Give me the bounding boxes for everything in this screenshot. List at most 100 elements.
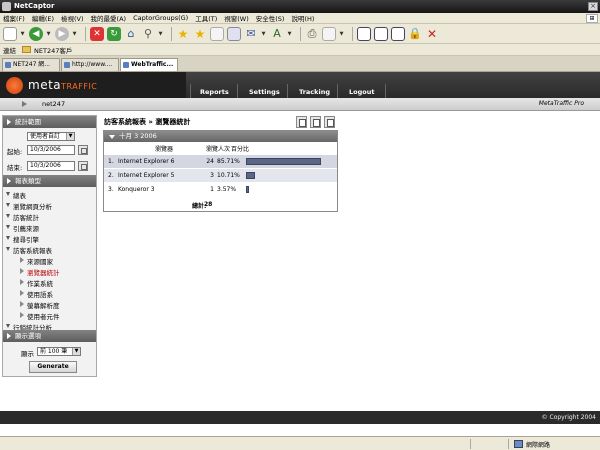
calendar-icon[interactable] [78,161,88,171]
new-page-icon[interactable] [3,26,17,41]
tree-item-search-engines[interactable]: 搜尋引擎 [6,234,39,244]
report-date-header[interactable]: 十月 3 2006 [104,131,337,142]
tree-item-summary[interactable]: 總表 [6,190,26,200]
nav-divider [385,84,386,98]
chevron-down-icon[interactable]: ▼ [158,27,163,41]
sidebar: 統計範圍 使用者自訂 ▼ 起始: 10/3/2006 結束: 10/3/2006… [2,115,97,377]
table-row: 3. Konqueror 3 1 3.57% [104,183,337,196]
page-icon [123,62,129,68]
breadcrumb: 訪客系統報表 » 瀏覽器統計 [104,118,191,126]
chevron-down-icon[interactable]: ▼ [287,27,292,41]
tree-subitem-plugins[interactable]: 使用者元件 [20,311,60,321]
logo-text: metaTRAFFIC [28,78,98,92]
total-value: 28 [204,201,213,208]
chevron-down-icon[interactable]: ▼ [46,27,51,41]
menu-edit[interactable]: 編輯(E) [32,13,54,23]
period-select[interactable]: 使用者自訂 ▼ [27,132,75,141]
tree-subitem-countries[interactable]: 來源國家 [20,256,53,266]
chevron-down-icon: ▼ [72,348,80,355]
link-net247-clients[interactable]: NET247客戶 [34,45,72,55]
nav-settings[interactable]: Settings [249,72,280,98]
page-icon [64,62,70,68]
print-icon[interactable]: ⎙ [305,27,319,41]
show-count-select[interactable]: 前 100 筆 ▼ [37,347,81,356]
nav-logout[interactable]: Logout [349,72,374,98]
menu-bar: 檔案(F) 編輯(E) 檢視(V) 我的最愛(A) CaptorGroups(G… [0,13,600,24]
export-icon[interactable] [296,116,307,128]
menu-tools[interactable]: 工具(T) [195,13,217,23]
date-range-header[interactable]: 統計範圍 [3,116,96,128]
tree-item-visitor-systems[interactable]: 訪客系統報表 [6,245,52,255]
close-icon[interactable]: × [588,2,598,11]
lock-icon[interactable]: 🔒 [408,27,422,41]
search-icon[interactable]: ⚲ [141,27,155,41]
tile-window-icon[interactable] [374,26,388,41]
calendar-icon[interactable] [78,145,88,155]
table-row: 2. Internet Explorer 5 3 10.71% [104,169,337,182]
logo-area: metaTRAFFIC [0,72,186,98]
toolbar-divider [85,26,86,41]
tab-net247[interactable]: NET247 網... [2,58,60,71]
home-icon[interactable]: ⌂ [124,27,138,41]
edit-page-icon[interactable] [322,26,336,41]
tree-subitem-resolution[interactable]: 螢幕解析度 [20,300,60,310]
menu-window[interactable]: 視窗(W) [224,13,249,23]
chevron-down-icon[interactable]: ▼ [20,27,25,41]
forward-icon[interactable]: ▶ [55,26,69,41]
menu-help[interactable]: 說明(H) [291,13,314,23]
tree-subitem-languages[interactable]: 使用語系 [20,289,53,299]
window-icon[interactable] [357,26,371,41]
tree-subitem-browsers[interactable]: 瀏覽器統計 [20,267,60,277]
tree-subitem-os[interactable]: 作業系統 [20,278,53,288]
page-bottom [0,424,600,436]
cascade-window-icon[interactable] [391,26,405,41]
email-report-icon[interactable] [324,116,335,128]
report-panel: 十月 3 2006 瀏覽器 瀏覽人次 百分比 1. Internet Explo… [103,130,338,212]
chevron-down-icon[interactable]: ▼ [261,27,266,41]
print-report-icon[interactable] [310,116,321,128]
zone-label: 網際網路 [526,442,551,449]
app-icon [2,2,11,11]
nav-tracking[interactable]: Tracking [299,72,330,98]
end-date-input[interactable]: 10/3/2006 [27,161,75,171]
favorites-star-icon[interactable]: ★ [176,27,190,41]
nav-reports[interactable]: Reports [200,72,229,98]
browser-tab-bar: NET247 網... http://www.... WebTraffic... [0,56,600,72]
font-size-icon[interactable]: A [270,27,284,41]
folder-icon [22,46,31,53]
status-divider [470,439,471,449]
stop-icon[interactable]: ✕ [90,26,104,41]
menu-captorgroups[interactable]: CaptorGroups(G) [133,14,188,22]
start-date-input[interactable]: 10/3/2006 [27,145,75,155]
tab-webtraffic[interactable]: WebTraffic... [120,58,178,71]
menu-file[interactable]: 檔案(F) [3,13,25,23]
links-bar: 連結 NET247客戶 [0,44,600,56]
report-type-header[interactable]: 報表類型 [3,175,96,187]
chevron-down-icon[interactable]: ▼ [72,27,77,41]
tree-item-referrers[interactable]: 引薦來源 [6,223,39,233]
add-favorite-icon[interactable]: ★ [193,27,207,41]
refresh-icon[interactable]: ↻ [107,26,121,41]
close-all-icon[interactable]: ✕ [425,27,439,41]
copyright: © Copyright 2004 [541,414,596,421]
browser-toolbar: ▼ ◀ ▼ ▶ ▼ ✕ ↻ ⌂ ⚲ ▼ ★ ★ ✉ ▼ A ▼ ⎙ ▼ 🔒 ✕ [0,24,600,44]
percent-bar [246,172,255,179]
toolbar-divider [300,26,301,41]
menu-favorites[interactable]: 我的最愛(A) [91,13,127,23]
window-title-bar: NetCaptor [0,0,600,13]
chevron-down-icon[interactable]: ▼ [339,27,344,41]
mail-icon[interactable]: ✉ [244,27,258,41]
nav-divider [190,84,191,98]
history-icon[interactable] [210,26,224,41]
display-options-header[interactable]: 顯示選項 [3,330,96,342]
back-icon[interactable]: ◀ [29,26,43,41]
sub-header: net247 MetaTraffic Pro [0,98,600,111]
menu-view[interactable]: 檢視(V) [61,13,84,23]
tree-item-visitors[interactable]: 訪客統計 [6,212,39,222]
generate-button[interactable]: Generate [29,361,77,373]
media-icon[interactable] [227,26,241,41]
tab-http[interactable]: http://www.... [61,58,119,71]
tree-item-page-analysis[interactable]: 瀏覽網頁分析 [6,201,52,211]
percent-bar [246,158,321,165]
menu-security[interactable]: 安全性(S) [256,13,285,23]
